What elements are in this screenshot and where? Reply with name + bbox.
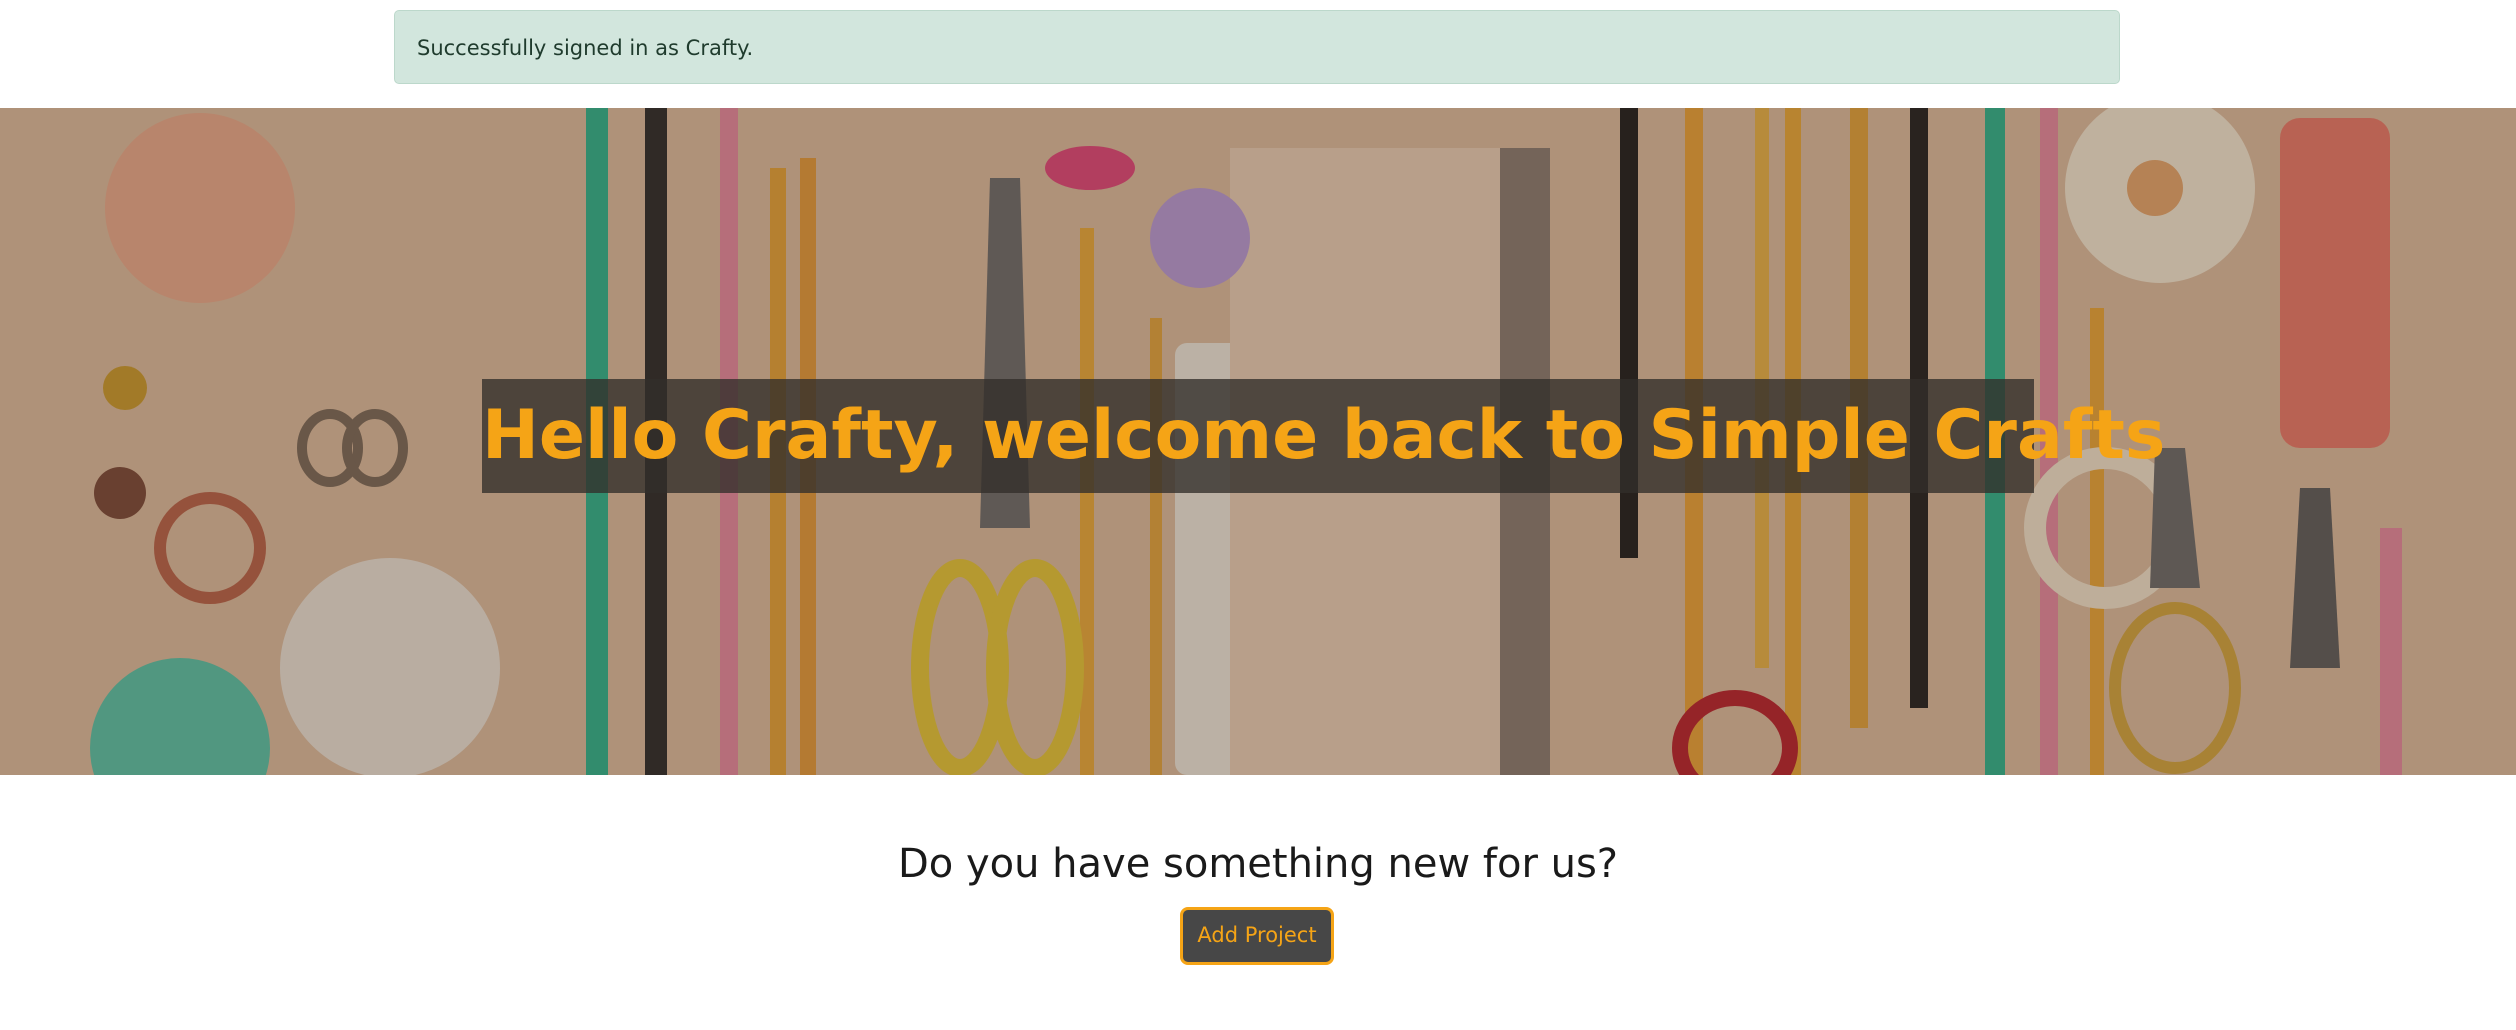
hero-banner: Hello Crafty, welcome back to Simple Cra… — [0, 108, 2516, 775]
hero-title-box: Hello Crafty, welcome back to Simple Cra… — [482, 379, 2166, 493]
success-alert: Successfully signed in as Crafty. — [394, 10, 2120, 84]
add-project-button[interactable]: Add Project — [1180, 907, 1334, 965]
hero-title: Hello Crafty, welcome back to Simple Cra… — [482, 396, 2166, 475]
cta-heading: Do you have something new for us? — [897, 841, 1619, 887]
flash-message-area: Successfully signed in as Crafty. — [0, 0, 2516, 108]
alert-message: Successfully signed in as Crafty. — [417, 36, 754, 60]
